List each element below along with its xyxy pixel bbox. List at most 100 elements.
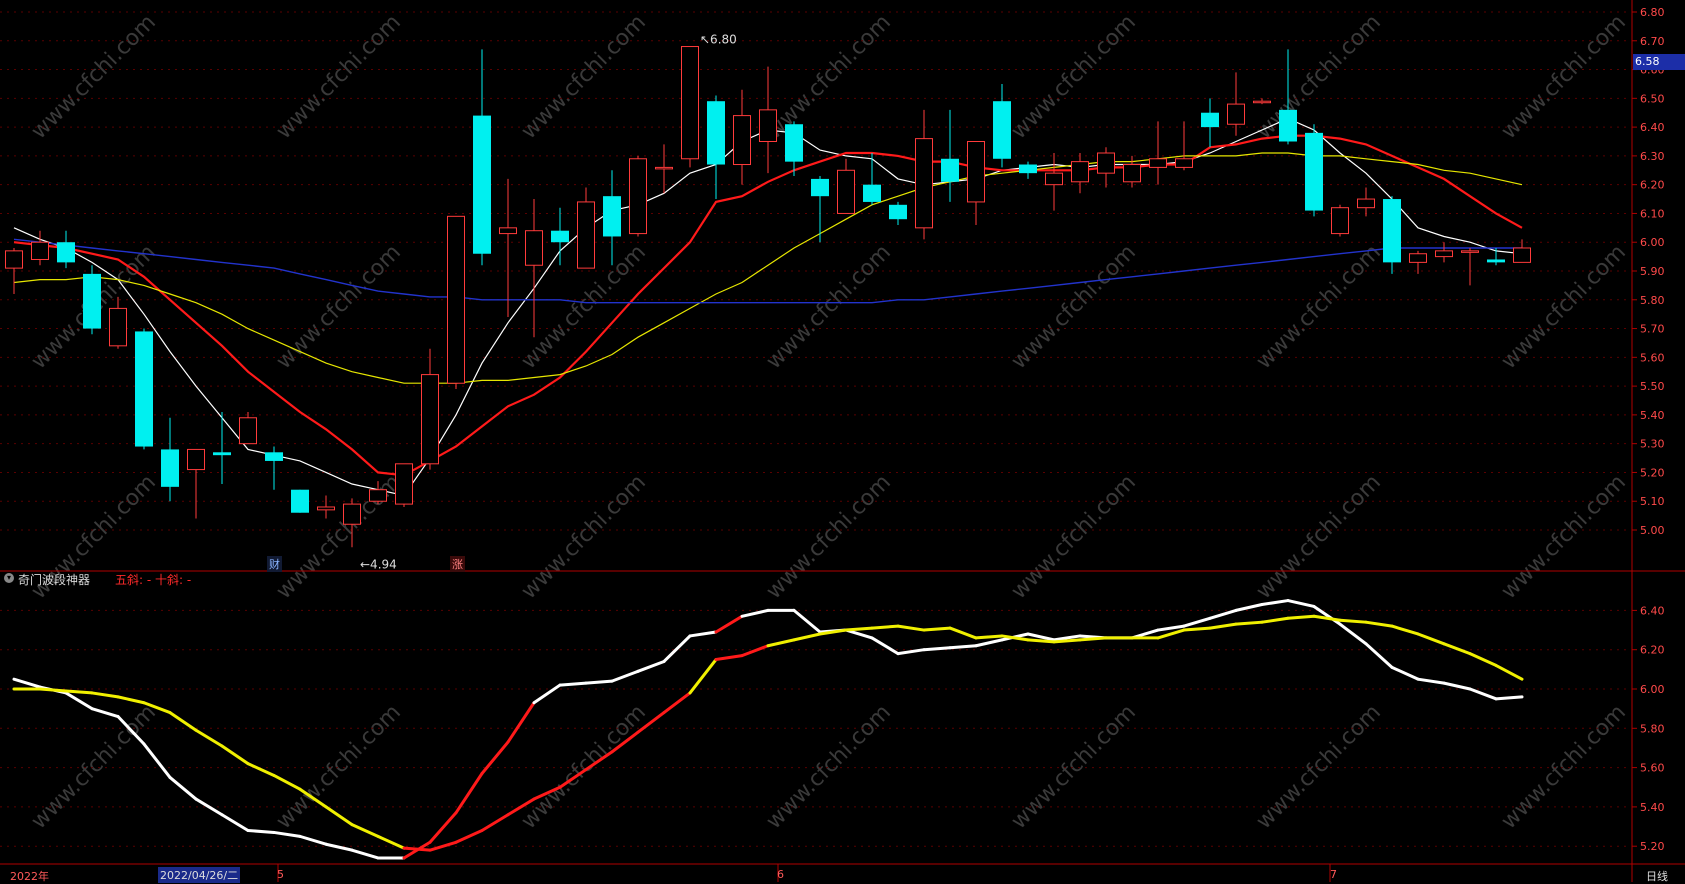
candle[interactable] — [291, 489, 309, 513]
watermark-text: www.cfchi.com — [1252, 10, 1386, 144]
candle-body — [83, 273, 101, 329]
candle-body — [577, 201, 595, 269]
axis-label-lower: 6.20 — [1640, 644, 1665, 657]
candle[interactable] — [1331, 204, 1349, 237]
candle[interactable] — [473, 49, 491, 266]
candlestick-series[interactable] — [5, 46, 1531, 548]
candle[interactable] — [837, 158, 855, 214]
indicator-segment-五斜 — [896, 648, 926, 656]
indicator-segment-十斜 — [1182, 626, 1212, 632]
candle[interactable] — [941, 109, 959, 202]
candle[interactable] — [1461, 247, 1479, 286]
candle[interactable] — [707, 95, 725, 200]
candle[interactable] — [395, 463, 413, 507]
candle[interactable] — [1253, 98, 1271, 105]
candle[interactable] — [603, 170, 621, 266]
indicator-segment-五斜 — [1286, 599, 1316, 608]
candle-body — [863, 184, 881, 202]
candle[interactable] — [1305, 124, 1323, 217]
candle[interactable] — [759, 66, 777, 174]
candle[interactable] — [1487, 247, 1505, 266]
candle[interactable] — [889, 201, 907, 225]
candle[interactable] — [135, 328, 153, 450]
indicator-segment-十斜 — [922, 626, 952, 632]
indicator-segment-十斜 — [870, 624, 900, 630]
indicator-segment-五斜 — [1234, 603, 1264, 612]
candle[interactable] — [239, 412, 257, 445]
candle[interactable] — [1175, 121, 1193, 171]
candle-body — [1331, 207, 1349, 235]
indicator-segment-十斜 — [714, 654, 744, 662]
high-price-label: ↖6.80 — [700, 33, 737, 47]
candle-body — [291, 489, 309, 513]
candle[interactable] — [1383, 196, 1401, 274]
indicator-segment-五斜 — [142, 742, 172, 779]
finance-marker[interactable]: 财 — [267, 556, 282, 572]
stock-chart[interactable]: www.cfchi.com www.cfchi.com www.cfchi.com w… — [0, 0, 1685, 882]
candle[interactable] — [733, 89, 751, 185]
candle[interactable] — [915, 109, 933, 240]
candle[interactable] — [1071, 153, 1089, 194]
indicator-segment-五斜 — [64, 691, 94, 711]
candle[interactable] — [499, 178, 517, 318]
axis-label-upper: 6.00 — [1640, 236, 1665, 249]
candle[interactable] — [83, 265, 101, 335]
candle[interactable] — [551, 207, 569, 266]
indicator-segment-十斜 — [64, 689, 94, 695]
cursor-date: 2022/04/26/二 — [158, 867, 241, 883]
indicator-title[interactable]: 奇门波段神器 — [18, 571, 90, 588]
candle[interactable] — [525, 199, 543, 338]
candle[interactable] — [655, 144, 673, 194]
candle[interactable] — [1097, 147, 1115, 188]
watermark-text: www.cfchi.com — [1252, 470, 1386, 604]
indicator-segment-十斜 — [220, 744, 250, 766]
candle[interactable] — [421, 348, 439, 470]
candle[interactable] — [31, 230, 49, 266]
watermark-text: www.cfchi.com — [1007, 10, 1141, 144]
indicator-segment-十斜 — [1494, 663, 1524, 681]
candle[interactable] — [681, 46, 699, 168]
candle-body — [135, 331, 153, 447]
candle[interactable] — [1019, 161, 1037, 179]
candle-body — [733, 115, 751, 166]
candle[interactable] — [863, 153, 881, 205]
rise-marker[interactable]: 涨 — [450, 556, 465, 572]
candle[interactable] — [629, 155, 647, 237]
axis-label-upper: 5.80 — [1640, 294, 1665, 307]
indicator-segment-五斜 — [610, 669, 640, 683]
indicator-segment-十斜 — [168, 711, 198, 732]
candle[interactable] — [577, 187, 595, 269]
candle[interactable] — [1227, 72, 1245, 136]
candle[interactable] — [1149, 121, 1167, 185]
candle[interactable] — [967, 141, 985, 225]
candle-body — [759, 109, 777, 142]
candle[interactable] — [265, 446, 283, 490]
axis-label-lower: 5.80 — [1640, 722, 1665, 735]
candle[interactable] — [57, 230, 75, 269]
axis-label-upper: 6.40 — [1640, 121, 1665, 134]
indicator-segment-十斜 — [402, 846, 432, 852]
candle-body — [1383, 199, 1401, 263]
candle[interactable] — [317, 495, 335, 519]
candle-body — [369, 489, 387, 502]
candle[interactable] — [1045, 153, 1063, 211]
indicator-segment-五斜 — [90, 707, 120, 719]
candle[interactable] — [1201, 98, 1219, 148]
indicator-collapse-icon[interactable]: ▾ — [4, 573, 14, 583]
indicator-segment-五斜 — [1208, 608, 1238, 620]
candle[interactable] — [1435, 242, 1453, 263]
candle-body — [473, 115, 491, 254]
last-price-tag: 6.58 — [1633, 54, 1685, 70]
candle[interactable] — [1357, 187, 1375, 217]
candle[interactable] — [447, 215, 465, 389]
watermark-text: www.cfchi.com — [27, 10, 161, 144]
indicator-segment-五斜 — [1338, 622, 1368, 646]
candle[interactable] — [993, 83, 1011, 168]
candle[interactable] — [1513, 239, 1531, 263]
candle[interactable] — [213, 412, 231, 484]
axis-label-upper: 5.20 — [1640, 466, 1665, 479]
candle[interactable] — [1409, 250, 1427, 274]
candle[interactable] — [811, 176, 829, 243]
candle[interactable] — [161, 417, 179, 502]
candle[interactable] — [187, 448, 205, 519]
